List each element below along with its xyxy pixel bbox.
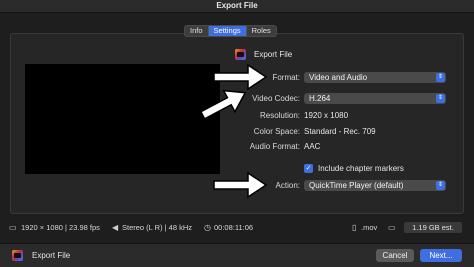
clock-icon: ◷ [204, 223, 211, 232]
final-cut-pro-icon [12, 250, 23, 261]
format-value: Video and Audio [309, 73, 368, 82]
document-icon: ▯ [352, 223, 357, 232]
chapter-markers-row: ✓ Include chapter markers [304, 163, 404, 174]
audio-format-label: Audio Format: [249, 142, 300, 151]
video-codec-select[interactable]: H.264 ⇕ [304, 93, 446, 104]
audio-info: Stereo (L R) | 48 kHz [122, 223, 193, 232]
next-button[interactable]: Next... [420, 249, 462, 262]
video-codec-label: Video Codec: [252, 94, 300, 103]
video-preview [25, 64, 220, 174]
chevron-updown-icon: ⇕ [436, 181, 445, 190]
arrow-annotation-action [213, 171, 268, 199]
resolution-label: Resolution: [259, 111, 300, 120]
checkmark-icon: ✓ [305, 165, 312, 172]
action-select[interactable]: QuickTime Player (default) ⇕ [304, 180, 446, 191]
cancel-button[interactable]: Cancel [376, 249, 414, 262]
audio-format-value: AAC [304, 142, 321, 151]
tab-settings[interactable]: Settings [208, 26, 247, 36]
chapter-markers-checkbox[interactable]: ✓ [304, 164, 313, 173]
speaker-icon: ◀︎ [112, 223, 119, 232]
window-title: Export File [216, 1, 258, 10]
tab-info[interactable]: Info [185, 26, 209, 36]
format-label: Format: [272, 73, 300, 82]
tab-roles[interactable]: Roles [247, 26, 276, 36]
duration: 00:08:11:06 [214, 223, 254, 232]
tab-bar: Info Settings Roles [184, 25, 277, 37]
file-size-badge: 1.19 GB est. [404, 222, 462, 233]
resolution-value: 1920 x 1080 [304, 111, 349, 120]
file-extension: .mov [361, 223, 378, 232]
film-icon: ▭ [9, 223, 17, 232]
monitor-icon: ▭ [388, 223, 396, 232]
color-space-value: Standard - Rec. 709 [304, 127, 376, 136]
chevron-updown-icon: ⇕ [436, 94, 445, 103]
action-value: QuickTime Player (default) [309, 181, 404, 190]
format-select[interactable]: Video and Audio ⇕ [304, 72, 446, 83]
title-bar: Export File [0, 0, 474, 13]
export-file-label: Export File [254, 49, 293, 59]
chapter-markers-label: Include chapter markers [318, 164, 404, 173]
final-cut-pro-icon [235, 48, 246, 60]
color-space-label: Color Space: [253, 127, 300, 136]
footer-label: Export File [32, 251, 71, 260]
footer-bar: Export File Cancel Next... [0, 243, 474, 267]
chevron-updown-icon: ⇕ [436, 73, 445, 82]
action-label: Action: [275, 181, 300, 190]
video-codec-value: H.264 [309, 94, 331, 103]
video-info: 1920 × 1080 | 23.98 fps [21, 223, 100, 232]
export-file-header: Export File [235, 48, 292, 60]
arrow-annotation-codec [199, 89, 247, 120]
